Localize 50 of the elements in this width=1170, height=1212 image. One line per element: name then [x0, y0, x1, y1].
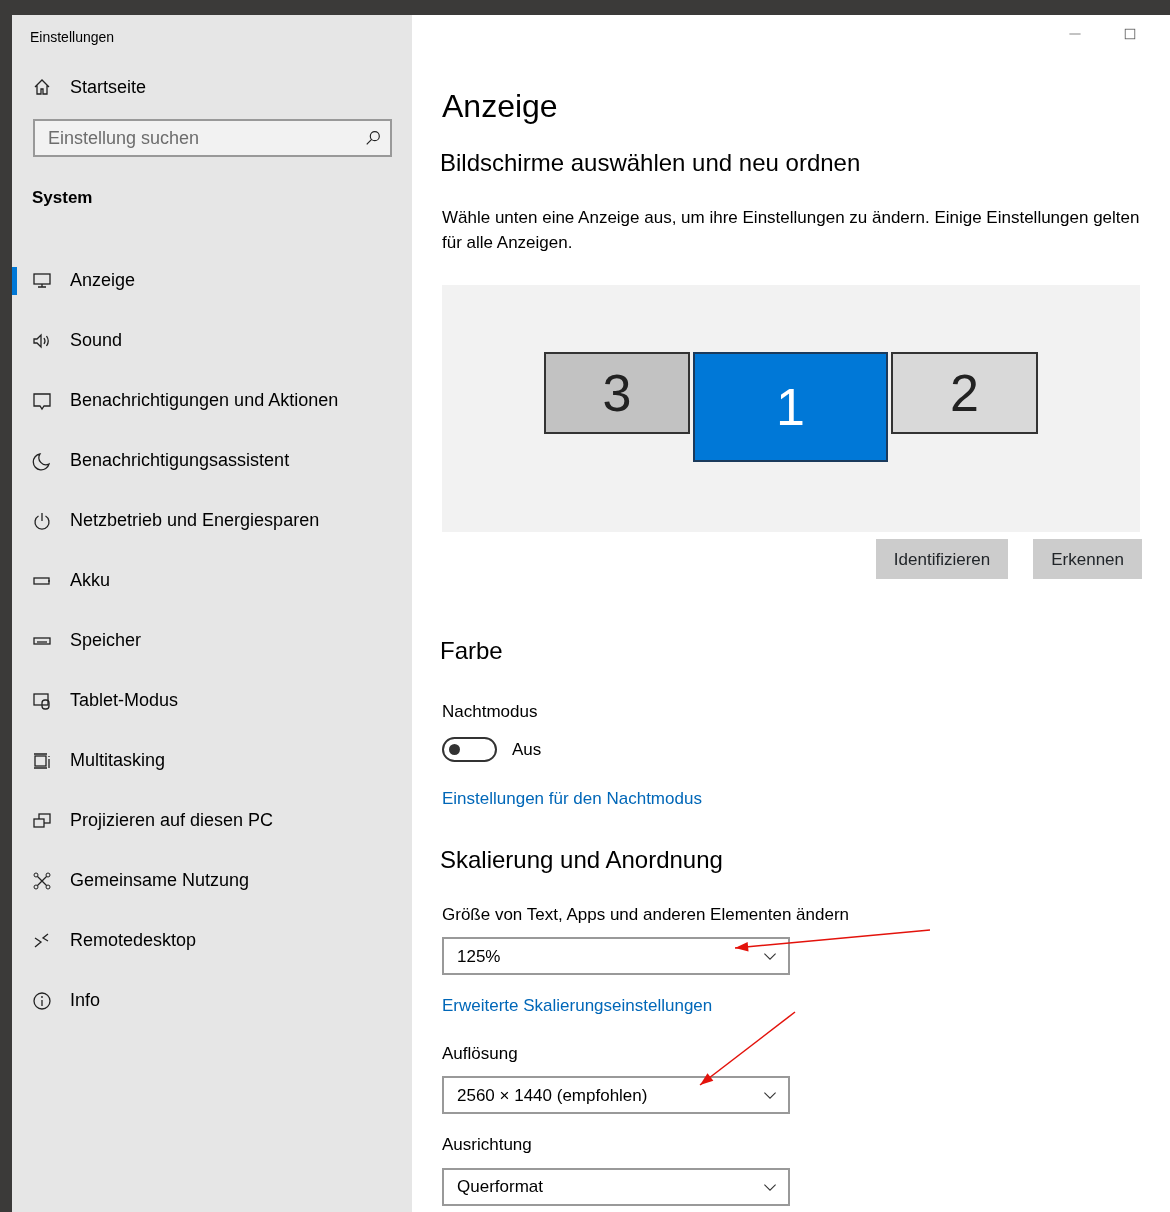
settings-link[interactable]: Einstellungen für den Nachtmodus: [442, 786, 702, 812]
monitor-tile[interactable]: 2: [891, 352, 1038, 435]
info-icon: [32, 990, 52, 1011]
maximize-icon[interactable]: [1124, 28, 1136, 40]
moon-icon: [32, 450, 52, 471]
sidebar-item[interactable]: Sound: [12, 310, 412, 371]
sidebar-item[interactable]: Gemeinsame Nutzung: [12, 850, 412, 911]
sidebar-item[interactable]: Benachrichtigungen und Aktionen: [12, 370, 412, 431]
section-heading: Farbe: [440, 636, 504, 667]
speech-bubble-icon: [32, 390, 52, 411]
page-title: Anzeige: [442, 87, 559, 126]
dropdown[interactable]: Querformat: [442, 1167, 790, 1206]
section-heading: Bildschirme auswählen und neu ordnen: [440, 148, 862, 179]
sidebar-item[interactable]: Info: [12, 970, 412, 1031]
field-label: Auflösung: [442, 1042, 519, 1065]
toggle-switch[interactable]: [442, 737, 497, 763]
sidebar-item[interactable]: Projizieren auf diesen PC: [12, 790, 412, 851]
identify-button[interactable]: Identifizieren: [875, 539, 1009, 580]
toggle-state: Aus: [512, 738, 542, 761]
projection-icon: [32, 810, 52, 831]
tablet-icon: [32, 690, 52, 711]
detect-button[interactable]: Erkennen: [1033, 539, 1142, 580]
section-heading: System: [32, 187, 94, 209]
sidebar-item[interactable]: Netzbetrieb und Energiesparen: [12, 490, 412, 551]
field-label: Größe von Text, Apps und anderen Elementen ändern: [442, 903, 850, 926]
settings-link[interactable]: Erweiterte Skalierungseinstellungen: [442, 993, 713, 1019]
sidebar-item[interactable]: Multitasking: [12, 730, 412, 791]
sidebar-item[interactable]: Akku: [12, 550, 412, 611]
share-icon: [32, 870, 52, 891]
sidebar-item[interactable]: Speicher: [12, 610, 412, 671]
sidebar-item[interactable]: Benachrichtigungsassistent: [12, 430, 412, 491]
home-icon: [32, 77, 52, 97]
home-link[interactable]: Startseite: [12, 67, 412, 107]
dropdown[interactable]: 2560 × 1440 (empfohlen): [442, 1076, 790, 1115]
power-icon: [32, 510, 52, 531]
search-field[interactable]: Einstellung suchen: [33, 119, 392, 157]
monitor-tile[interactable]: 1: [693, 352, 888, 463]
description-text: Wähle unten eine Anzeige aus, um ihre Einstellungen zu ändern. Einige Einstellungen gelten für alle Anzeigen.: [442, 207, 1141, 255]
section-heading: Skalierung und Anordnung: [440, 844, 724, 875]
field-label: Ausrichtung: [442, 1134, 533, 1157]
toggle-label: Nachtmodus: [442, 701, 539, 724]
sidebar-item[interactable]: Anzeige: [12, 250, 412, 311]
multitasking-icon: [32, 750, 52, 771]
display-icon: [32, 270, 52, 291]
sidebar-item[interactable]: Remotedesktop: [12, 910, 412, 971]
sidebar-item[interactable]: Tablet-Modus: [12, 670, 412, 731]
dropdown[interactable]: 125%: [442, 937, 790, 976]
monitor-tile[interactable]: 3: [544, 352, 690, 435]
search-icon: [364, 129, 382, 147]
window-title: Einstellungen: [29, 28, 116, 47]
